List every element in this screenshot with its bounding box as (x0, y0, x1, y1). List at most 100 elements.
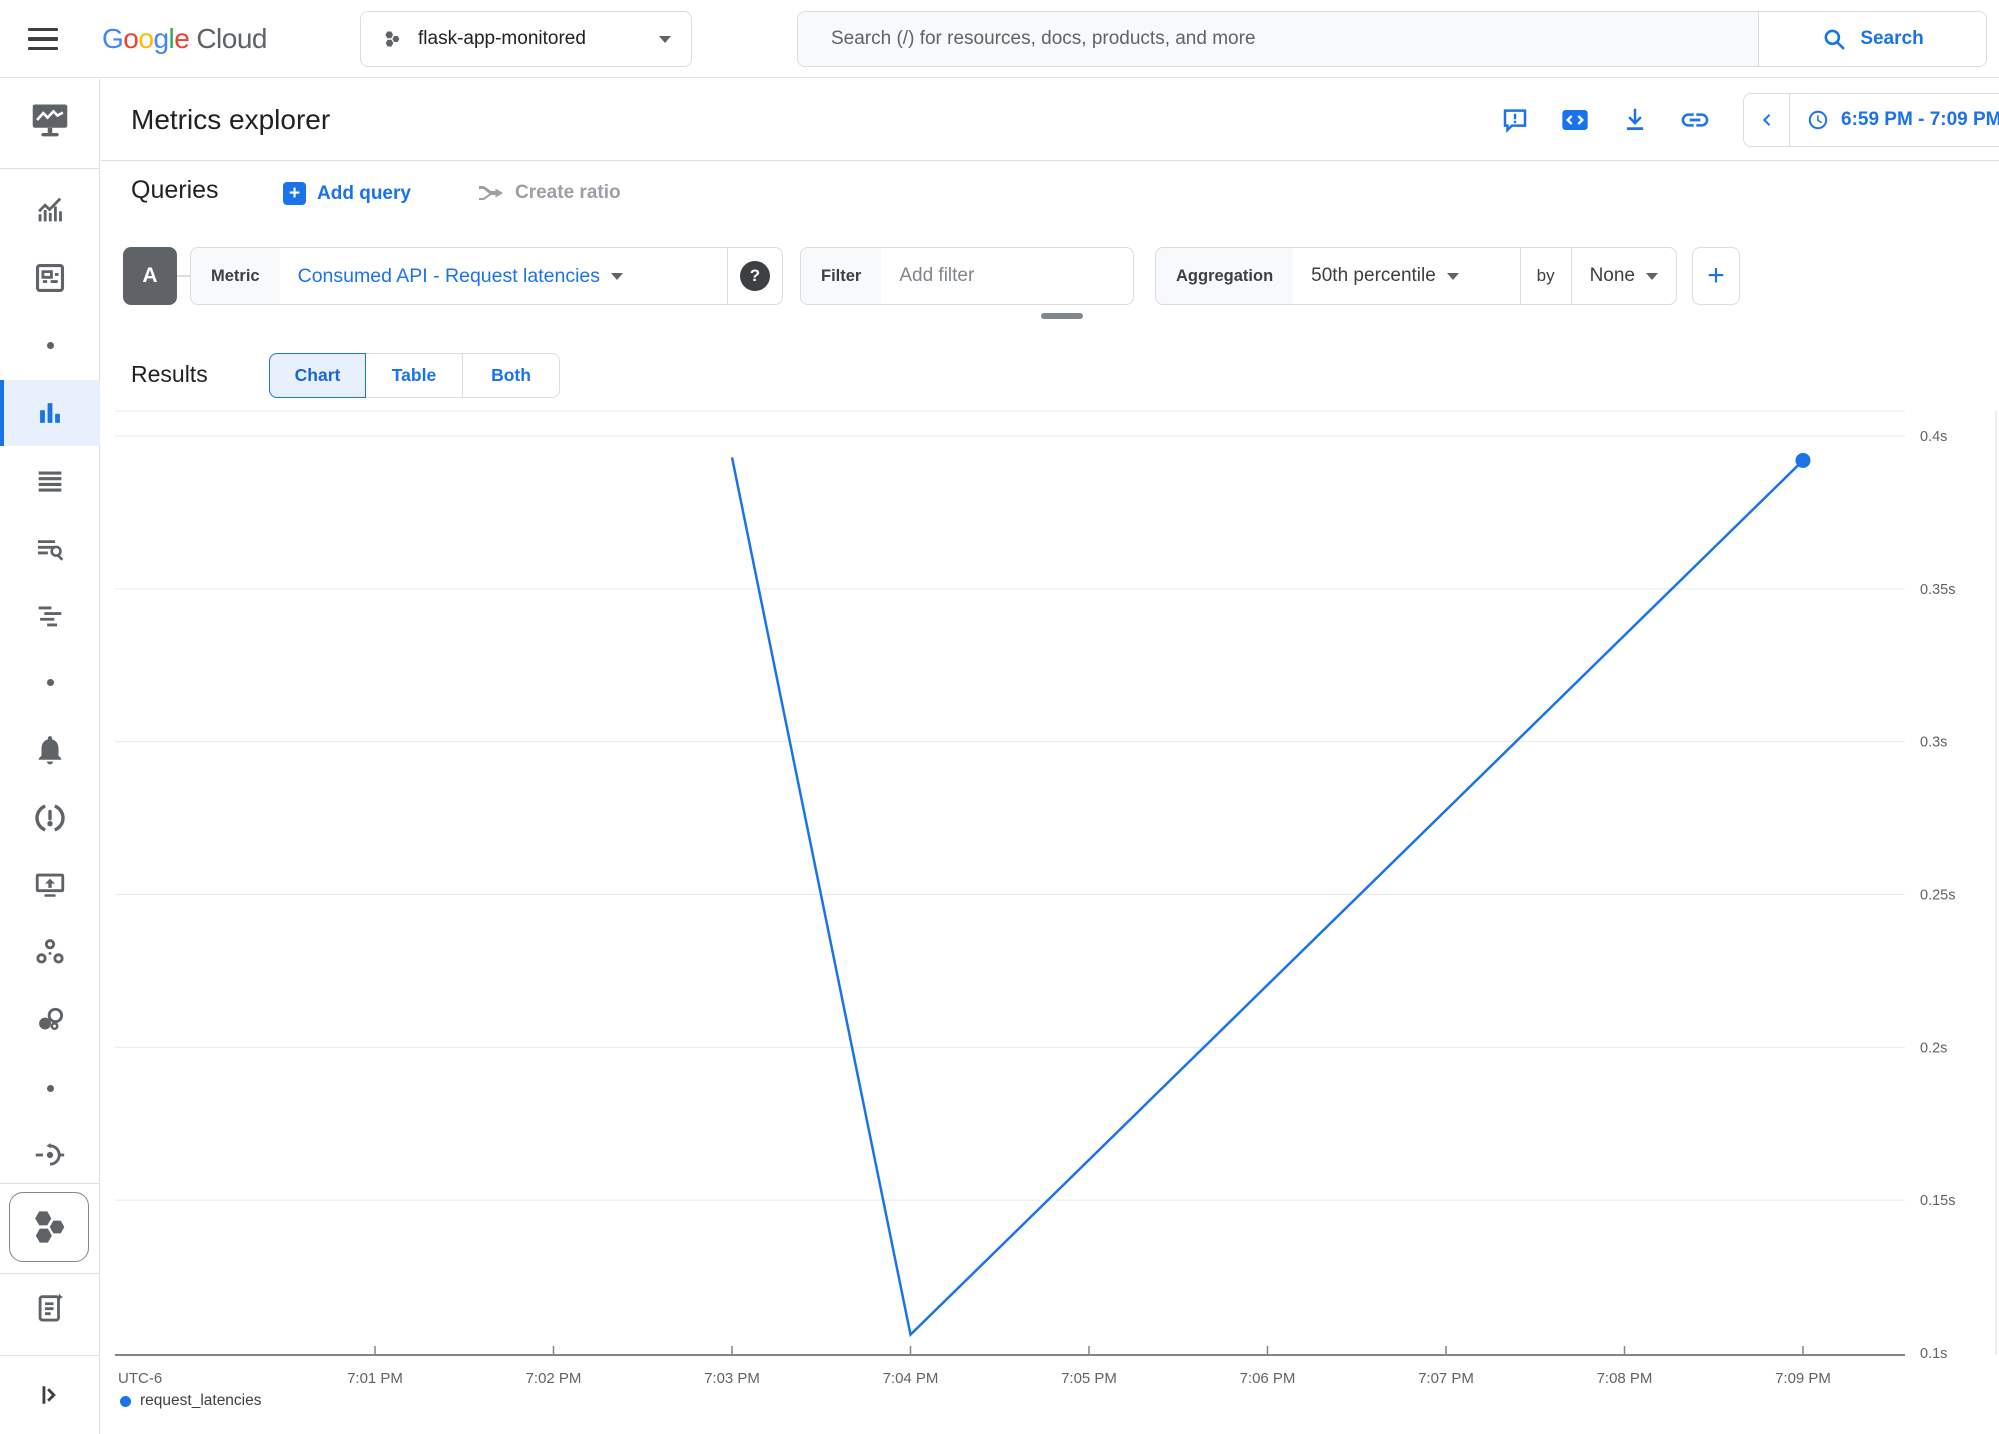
logo-letter: g (153, 23, 168, 55)
y-axis-label: 0.1s (1920, 1346, 1947, 1362)
sidebar-item-sort-lines[interactable] (0, 582, 100, 648)
bar-chart-icon (33, 396, 67, 430)
link-button[interactable] (1676, 101, 1714, 139)
connector-line (177, 275, 190, 277)
sidebar-item-dashboards[interactable] (0, 245, 100, 311)
monitoring-logo-icon (29, 101, 71, 139)
download-icon (1620, 105, 1650, 135)
sidebar-item-node-circles[interactable] (0, 919, 100, 985)
chart-legend[interactable]: request_latencies (120, 1392, 262, 1410)
download-button[interactable] (1616, 101, 1654, 139)
metric-label: Metric (191, 248, 280, 304)
sidebar-item-metrics-explorer[interactable] (0, 380, 100, 446)
dropdown-arrow-icon (1447, 273, 1459, 280)
legend-label: request_latencies (140, 1392, 262, 1410)
line-chart-icon (33, 193, 67, 227)
code-button[interactable] (1556, 101, 1594, 139)
filter-input[interactable] (881, 248, 1162, 304)
sidebar-item-cluster-circles[interactable] (0, 987, 100, 1053)
search-button[interactable]: Search (1758, 12, 1986, 66)
y-axis-label: 0.2s (1920, 1040, 1947, 1056)
project-name: flask-app-monitored (418, 28, 644, 50)
x-axis-label: 7:05 PM (1061, 1370, 1117, 1387)
plus-box-icon: + (283, 182, 306, 205)
sidebar (0, 79, 100, 1434)
aggregation-value: 50th percentile (1311, 265, 1436, 287)
x-axis-label: 7:07 PM (1418, 1370, 1474, 1387)
node-circles-icon (33, 935, 67, 969)
y-axis-label: 0.4s (1920, 429, 1947, 445)
time-range-button[interactable]: 6:59 PM - 7:09 PM (1790, 108, 1999, 132)
help-button[interactable]: ? (740, 261, 770, 291)
dropdown-arrow-icon (611, 273, 623, 280)
sidebar-item-screen-monitor[interactable] (0, 852, 100, 918)
sidebar-item-dot[interactable] (0, 649, 100, 715)
clock-icon (1806, 108, 1830, 132)
merge-arrow-icon (478, 183, 504, 203)
filter-group: Filter (800, 247, 1134, 305)
dropdown-arrow-icon (1646, 273, 1658, 280)
series-endpoint[interactable] (1796, 453, 1811, 468)
x-axis-label: 7:09 PM (1775, 1370, 1831, 1387)
by-label: by (1521, 248, 1571, 304)
feedback-icon (1500, 105, 1530, 135)
create-ratio-label: Create ratio (515, 182, 621, 204)
aggregation-group: Aggregation 50th percentile by None (1155, 247, 1677, 305)
sort-lines-icon (33, 598, 67, 632)
x-axis-label: 7:03 PM (704, 1370, 760, 1387)
metric-value: Consumed API - Request latencies (298, 265, 600, 288)
legend-dot-icon (120, 1396, 131, 1407)
view-toggle: Chart Table Both (269, 353, 560, 398)
sidebar-item-alerting[interactable] (0, 717, 100, 783)
sidebar-item-integrations[interactable] (0, 1122, 100, 1188)
menu-icon[interactable] (28, 26, 62, 52)
chart-plot-area[interactable]: 0.4s0.35s0.3s0.25s0.2s0.15s0.1sUTC-67:01… (100, 410, 1999, 1434)
metric-dropdown[interactable]: Consumed API - Request latencies (280, 265, 727, 288)
logo-letter: o (138, 23, 153, 55)
query-letter-badge[interactable]: A (123, 247, 177, 305)
aggregation-dropdown[interactable]: 50th percentile (1293, 265, 1519, 287)
dot-icon (47, 1085, 54, 1092)
sidebar-item-monitoring-home[interactable] (0, 87, 100, 153)
panel-resize-handle[interactable] (1041, 313, 1083, 319)
brackets-circle-icon (33, 801, 67, 835)
project-selector[interactable]: flask-app-monitored (360, 11, 692, 67)
sidebar-item-overview[interactable] (0, 177, 100, 243)
sidebar-item-list-search[interactable] (0, 515, 100, 581)
add-query-button[interactable]: + Add query (283, 182, 411, 205)
sidebar-item-project-hexagons[interactable] (9, 1192, 89, 1262)
collapse-left-icon (1755, 108, 1779, 132)
sidebar-divider (0, 1183, 100, 1184)
integration-arrow-icon (33, 1138, 67, 1172)
logo-letter: o (123, 23, 138, 55)
queries-section: Queries + Add query Create ratio A Metri… (101, 162, 1999, 342)
collapse-left-button[interactable] (1744, 94, 1790, 146)
sidebar-item-dot[interactable] (0, 312, 100, 378)
list-search-icon (33, 531, 67, 565)
metric-help: ? (728, 248, 782, 304)
sidebar-divider (0, 168, 100, 169)
search-input[interactable] (798, 12, 1758, 66)
create-ratio-button[interactable]: Create ratio (478, 182, 621, 204)
y-axis-label: 0.25s (1920, 888, 1955, 904)
tab-chart[interactable]: Chart (269, 353, 366, 398)
x-axis-label: 7:08 PM (1597, 1370, 1653, 1387)
tab-table[interactable]: Table (366, 353, 463, 398)
queries-title: Queries (131, 176, 219, 205)
metric-group: Metric Consumed API - Request latencies … (190, 247, 783, 305)
sidebar-item-error-reporting[interactable] (0, 785, 100, 851)
sidebar-item-release-notes[interactable] (0, 1275, 100, 1341)
x-axis-label: 7:01 PM (347, 1370, 403, 1387)
tab-both[interactable]: Both (463, 353, 560, 398)
dropdown-arrow-icon (659, 36, 671, 43)
sidebar-item-list[interactable] (0, 447, 100, 513)
add-query-label: Add query (317, 183, 411, 205)
add-aggregation-button[interactable]: + (1692, 247, 1740, 305)
group-by-dropdown[interactable]: None (1572, 265, 1676, 287)
feedback-button[interactable] (1496, 101, 1534, 139)
project-hexagons-icon (381, 28, 403, 50)
y-axis-label: 0.15s (1920, 1193, 1955, 1209)
sidebar-expand-button[interactable] (0, 1362, 100, 1428)
logo-letter: e (174, 23, 189, 55)
sidebar-item-dot[interactable] (0, 1055, 100, 1121)
